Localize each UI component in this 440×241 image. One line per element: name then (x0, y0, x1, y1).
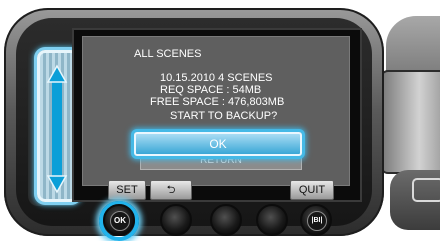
return-button[interactable]: RETURN (140, 154, 302, 170)
quit-button[interactable]: QUIT (290, 180, 334, 200)
down-arrow-icon (46, 175, 68, 194)
ok-key[interactable]: OK (103, 204, 135, 236)
dialog-free-space: FREE SPACE : 476,803MB (150, 96, 285, 108)
set-button[interactable]: SET (108, 180, 146, 200)
slider-arrows (46, 64, 68, 194)
up-arrow-icon (46, 64, 68, 83)
operation-key-3[interactable] (210, 204, 242, 236)
operation-key-4[interactable] (256, 204, 288, 236)
hinge-slot (412, 178, 440, 202)
back-button[interactable]: ⮌ (150, 180, 192, 200)
display-key[interactable]: |BI| (300, 204, 332, 236)
dialog-heading: ALL SCENES (134, 48, 202, 60)
back-arrow-icon: ⮌ (166, 184, 176, 196)
operation-key-2[interactable] (160, 204, 192, 236)
dialog-req-space: REQ SPACE : 54MB (160, 84, 262, 96)
dialog-date-scenes: 10.15.2010 4 SCENES (160, 72, 273, 84)
dialog-confirm-question: START TO BACKUP? (170, 110, 278, 122)
display-key-label: |BI| (307, 211, 327, 231)
lcd-hinge-bar (380, 70, 440, 174)
ok-key-label: OK (110, 211, 130, 231)
ok-button[interactable]: OK (134, 132, 302, 156)
